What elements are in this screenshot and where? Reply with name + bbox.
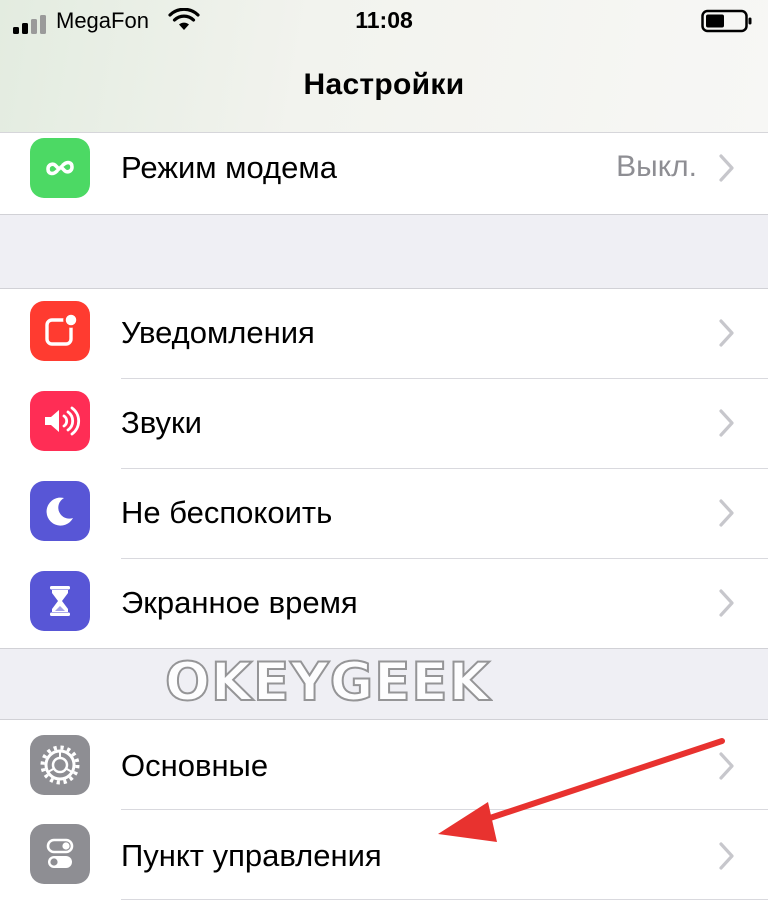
settings-group-general: Основные Пункт управления <box>0 719 768 902</box>
row-label: Основные <box>121 748 269 783</box>
battery-icon <box>701 9 752 33</box>
gear-icon <box>30 735 90 795</box>
watermark-logo: OKEYGEEK <box>164 651 491 714</box>
chevron-right-icon <box>719 842 734 870</box>
notifications-icon <box>30 301 90 361</box>
settings-group-network: Режим модема Выкл. <box>0 133 768 215</box>
row-personal-hotspot[interactable]: Режим модема Выкл. <box>0 123 768 213</box>
row-screen-time[interactable]: Экранное время <box>0 559 768 649</box>
row-sounds[interactable]: Звуки <box>0 379 768 469</box>
row-label: Не беспокоить <box>121 495 333 530</box>
status-bar: MegaFon 11:08 <box>0 0 768 44</box>
row-control-center[interactable]: Пункт управления <box>0 810 768 900</box>
row-label: Звуки <box>121 405 202 440</box>
chevron-right-icon <box>719 499 734 527</box>
personal-hotspot-icon <box>30 138 90 198</box>
page-title: Настройки <box>303 68 465 101</box>
chevron-right-icon <box>719 154 734 182</box>
row-label: Режим модема <box>121 150 337 185</box>
chevron-right-icon <box>719 589 734 617</box>
chevron-right-icon <box>719 409 734 437</box>
navigation-header: MegaFon 11:08 Настройки <box>0 0 768 133</box>
toggles-icon <box>30 824 90 884</box>
row-label: Уведомления <box>121 315 315 350</box>
settings-group-notifications: Уведомления Звуки Не беспокоить Экранное… <box>0 288 768 649</box>
row-notifications[interactable]: Уведомления <box>0 289 768 379</box>
clock: 11:08 <box>355 7 413 33</box>
moon-icon <box>30 481 90 541</box>
row-do-not-disturb[interactable]: Не беспокоить <box>0 469 768 559</box>
sounds-icon <box>30 391 90 451</box>
row-value: Выкл. <box>616 150 697 183</box>
chevron-right-icon <box>719 319 734 347</box>
row-label: Пункт управления <box>121 838 382 873</box>
hourglass-icon <box>30 571 90 631</box>
row-general[interactable]: Основные <box>0 720 768 810</box>
chevron-right-icon <box>719 752 734 780</box>
row-separator <box>121 899 768 900</box>
row-label: Экранное время <box>121 585 358 620</box>
